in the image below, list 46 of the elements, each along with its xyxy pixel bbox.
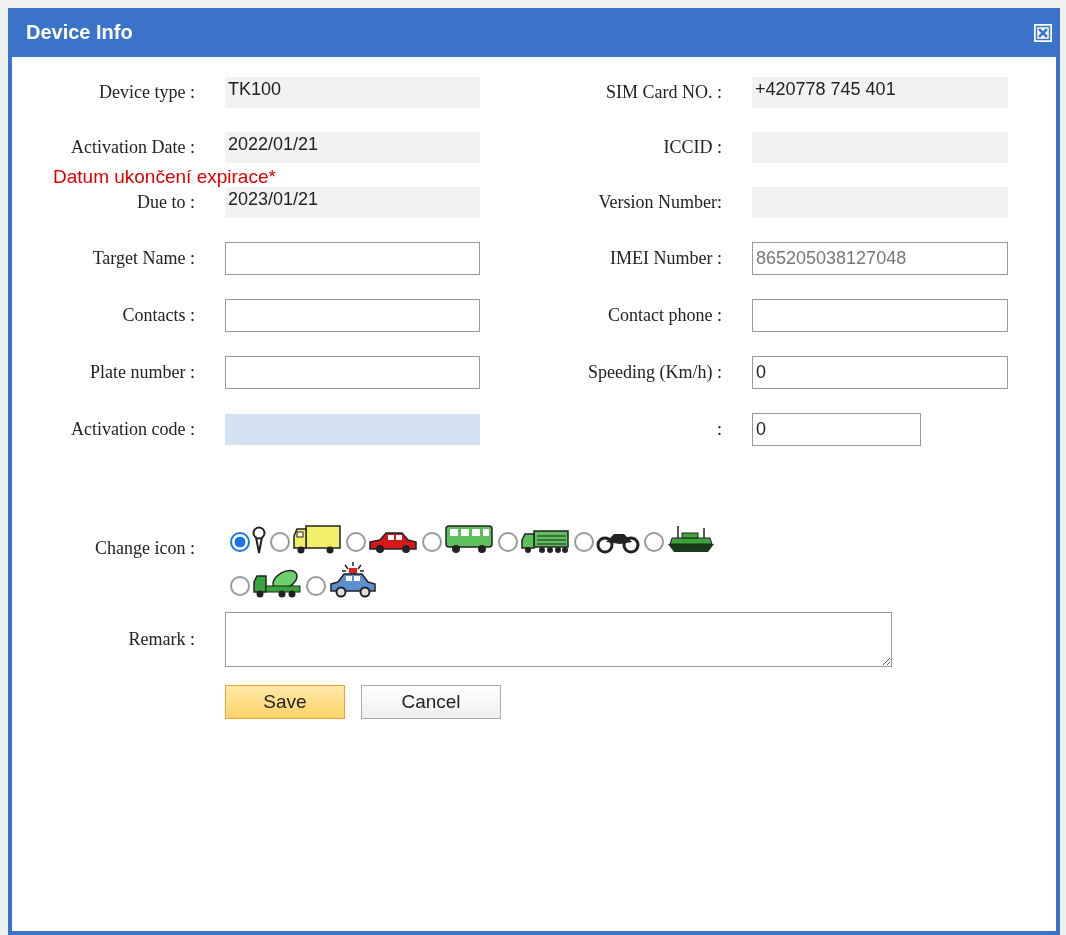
field-label: Version Number: <box>597 192 723 213</box>
field-label: Remark : <box>127 629 196 650</box>
annotation-text: Datum ukončení expirace* <box>53 166 276 188</box>
field-label: Device type : <box>98 82 196 103</box>
radio-button[interactable] <box>644 532 664 552</box>
radio-button[interactable] <box>422 532 442 552</box>
field-label: Target Name : <box>91 248 196 269</box>
radio-button[interactable] <box>270 532 290 552</box>
bus-icon <box>444 524 494 554</box>
radio-button[interactable] <box>346 532 366 552</box>
radio-button[interactable] <box>498 532 518 552</box>
readonly-field: 2022/01/21 <box>225 132 480 163</box>
field-label: ICCID : <box>662 137 723 158</box>
remark-field[interactable] <box>225 612 892 667</box>
cancel-button[interactable]: Cancel <box>361 685 501 719</box>
field-label: Speeding (Km/h) : <box>587 362 723 383</box>
police-car-icon <box>328 560 378 598</box>
readonly-field: 2023/01/21 <box>225 187 480 218</box>
field-label: Plate number : <box>89 362 196 383</box>
input-field[interactable] <box>225 299 480 332</box>
field-label: SIM Card NO. : <box>605 82 723 103</box>
close-icon[interactable] <box>1034 23 1052 42</box>
field-label: Activation Date : <box>70 137 196 158</box>
save-button[interactable]: Save <box>225 685 345 719</box>
input-field[interactable] <box>752 299 1008 332</box>
radio-button[interactable] <box>230 532 250 552</box>
input-field[interactable]: 0 <box>752 413 921 446</box>
ship-icon <box>666 524 716 554</box>
truck-icon <box>292 524 342 554</box>
field-label: IMEI Number : <box>609 248 723 269</box>
field-label: Change icon : <box>94 537 196 560</box>
field-label: : <box>716 419 723 440</box>
input-field[interactable] <box>225 242 480 275</box>
radio-button[interactable] <box>574 532 594 552</box>
readonly-field: TK100 <box>225 77 480 108</box>
readonly-field: +420778 745 401 <box>752 77 1008 108</box>
field-label: Activation code : <box>70 419 196 440</box>
lorry-icon <box>520 528 570 554</box>
radio-button[interactable] <box>306 576 326 596</box>
input-field[interactable]: 0 <box>752 356 1008 389</box>
field-label: Contact phone : <box>607 305 723 326</box>
window-title: Device Info <box>26 21 133 44</box>
pin-icon <box>252 526 266 554</box>
input-field[interactable] <box>225 356 480 389</box>
radio-button[interactable] <box>230 576 250 596</box>
field-label: Contacts : <box>121 305 196 326</box>
